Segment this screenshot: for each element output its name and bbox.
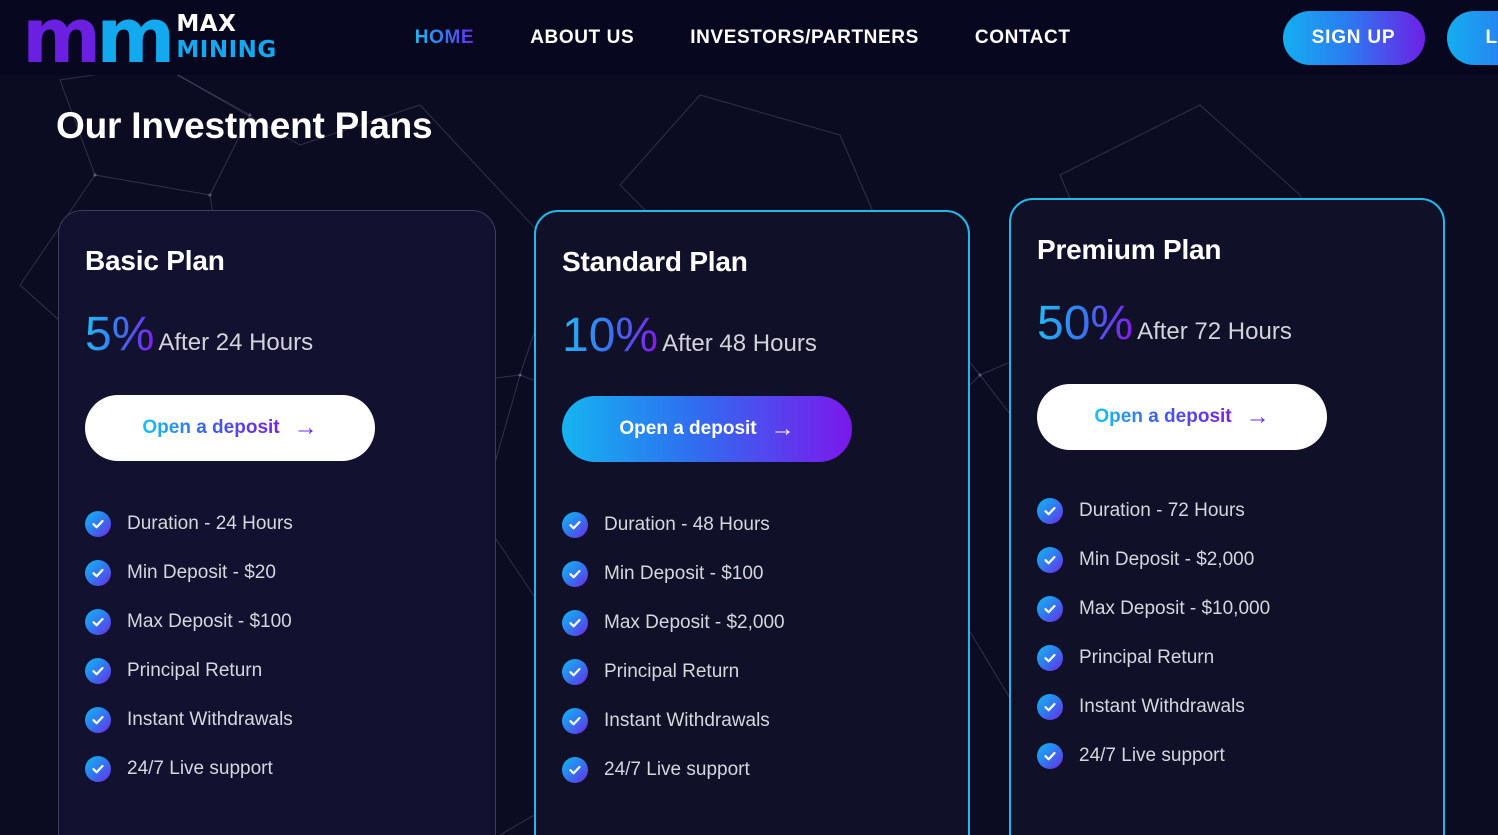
list-item: 24/7 Live support [562, 745, 968, 794]
check-circle-icon [562, 609, 588, 636]
plan-card-basic[interactable]: Basic Plan 5% After 24 Hours Open a depo… [58, 210, 496, 835]
list-item: Principal Return [562, 647, 968, 696]
plan-card-premium[interactable]: Premium Plan 50% After 72 Hours Open a d… [1009, 198, 1445, 835]
check-circle-icon [1037, 497, 1063, 524]
list-item: Max Deposit - $100 [85, 597, 495, 646]
arrow-right-icon: → [770, 415, 795, 442]
open-deposit-button[interactable]: Open a deposit → [85, 395, 375, 461]
plan-rate: 10% After 48 Hours [562, 312, 968, 360]
list-item: Instant Withdrawals [562, 696, 968, 745]
nav-item-contact[interactable]: CONTACT [975, 27, 1071, 49]
nav-item-about-us[interactable]: ABOUT US [530, 27, 634, 49]
check-circle-icon [1037, 546, 1063, 573]
plan-duration-note: After 24 Hours [158, 329, 314, 356]
plan-duration-note: After 48 Hours [662, 330, 817, 357]
feature-label: Principal Return [1079, 646, 1215, 668]
plan-percent: 5% [85, 308, 155, 361]
logo-marks: m m [22, 0, 175, 81]
feature-label: Duration - 72 Hours [1079, 499, 1245, 521]
main-navigation: HOME ABOUT US INVESTORS/PARTNERS CONTACT [415, 27, 1071, 49]
investment-plans-section: Our Investment Plans Basic Plan 5% After… [0, 75, 1498, 835]
brand-word-mining: MINING [176, 37, 277, 63]
open-deposit-label: Open a deposit [1094, 406, 1232, 427]
page-title: Our Investment Plans [56, 105, 433, 146]
check-circle-icon [1037, 644, 1063, 671]
feature-label: Max Deposit - $100 [127, 610, 292, 632]
list-item: Principal Return [1037, 633, 1443, 682]
feature-label: Min Deposit - $2,000 [1079, 548, 1255, 570]
feature-label: 24/7 Live support [1079, 744, 1225, 766]
brand-word-max: MAX [176, 11, 237, 37]
check-circle-icon [562, 511, 588, 538]
list-item: 24/7 Live support [85, 744, 495, 793]
header-actions: SIGN UP LOGIN [1282, 10, 1498, 65]
plan-name: Premium Plan [1037, 234, 1222, 265]
list-item: 24/7 Live support [1037, 731, 1443, 780]
check-circle-icon [562, 707, 588, 734]
feature-label: Duration - 48 Hours [604, 513, 770, 535]
list-item: Max Deposit - $2,000 [562, 598, 968, 647]
feature-label: Principal Return [127, 659, 263, 681]
sign-up-button[interactable]: SIGN UP [1282, 10, 1425, 65]
list-item: Duration - 48 Hours [562, 500, 968, 549]
open-deposit-label: Open a deposit [142, 417, 280, 438]
check-circle-icon [1037, 742, 1063, 769]
plan-percent: 10% [562, 309, 659, 362]
feature-label: Duration - 24 Hours [127, 512, 293, 534]
plan-feature-list: Duration - 48 Hours Min Deposit - $100 M… [562, 500, 968, 794]
list-item: Instant Withdrawals [1037, 682, 1443, 731]
feature-label: Instant Withdrawals [1079, 695, 1245, 717]
check-circle-icon [85, 755, 111, 782]
plan-rate: 50% After 72 Hours [1037, 300, 1443, 348]
feature-label: 24/7 Live support [604, 758, 750, 780]
open-deposit-button[interactable]: Open a deposit → [1037, 384, 1327, 450]
check-circle-icon [85, 559, 111, 586]
check-circle-icon [85, 657, 111, 684]
list-item: Principal Return [85, 646, 495, 695]
check-circle-icon [85, 510, 111, 537]
feature-label: Instant Withdrawals [127, 708, 293, 730]
list-item: Duration - 24 Hours [85, 499, 495, 548]
open-deposit-button[interactable]: Open a deposit → [562, 396, 852, 462]
feature-label: Principal Return [604, 660, 740, 682]
check-circle-icon [562, 756, 588, 783]
check-circle-icon [1037, 693, 1063, 720]
nav-item-home[interactable]: HOME [415, 27, 474, 49]
check-circle-icon [562, 560, 588, 587]
nav-item-investors-partners[interactable]: INVESTORS/PARTNERS [690, 27, 919, 49]
plan-percent: 50% [1037, 297, 1134, 350]
feature-label: Min Deposit - $20 [127, 561, 276, 583]
check-circle-icon [85, 608, 111, 635]
login-button[interactable]: LOGIN [1446, 10, 1498, 65]
brand-logo[interactable]: m m MAX MINING [22, 0, 277, 81]
list-item: Min Deposit - $20 [85, 548, 495, 597]
list-item: Duration - 72 Hours [1037, 486, 1443, 535]
plan-feature-list: Duration - 72 Hours Min Deposit - $2,000… [1037, 486, 1443, 780]
check-circle-icon [1037, 595, 1063, 622]
site-header: m m MAX MINING HOME ABOUT US INVESTORS/P… [0, 0, 1498, 75]
logo-mark-purple-icon: m [22, 0, 101, 81]
feature-label: Min Deposit - $100 [604, 562, 764, 584]
plan-rate: 5% After 24 Hours [85, 311, 495, 359]
check-circle-icon [562, 658, 588, 685]
feature-label: Max Deposit - $10,000 [1079, 597, 1271, 619]
feature-label: Max Deposit - $2,000 [604, 611, 785, 633]
open-deposit-label: Open a deposit [619, 418, 757, 439]
list-item: Max Deposit - $10,000 [1037, 584, 1443, 633]
brand-wordmark: MAX MINING [176, 13, 276, 62]
plan-card-standard[interactable]: Standard Plan 10% After 48 Hours Open a … [534, 210, 970, 835]
arrow-right-icon: → [1245, 403, 1270, 430]
logo-mark-cyan-icon: m [96, 0, 175, 81]
check-circle-icon [85, 706, 111, 733]
arrow-right-icon: → [293, 414, 318, 441]
list-item: Min Deposit - $2,000 [1037, 535, 1443, 584]
list-item: Instant Withdrawals [85, 695, 495, 744]
list-item: Min Deposit - $100 [562, 549, 968, 598]
plan-feature-list: Duration - 24 Hours Min Deposit - $20 Ma… [85, 499, 495, 793]
feature-label: Instant Withdrawals [604, 709, 770, 731]
feature-label: 24/7 Live support [127, 757, 273, 779]
plan-name: Standard Plan [562, 246, 748, 277]
plan-duration-note: After 72 Hours [1137, 318, 1292, 345]
plan-name: Basic Plan [85, 245, 225, 276]
